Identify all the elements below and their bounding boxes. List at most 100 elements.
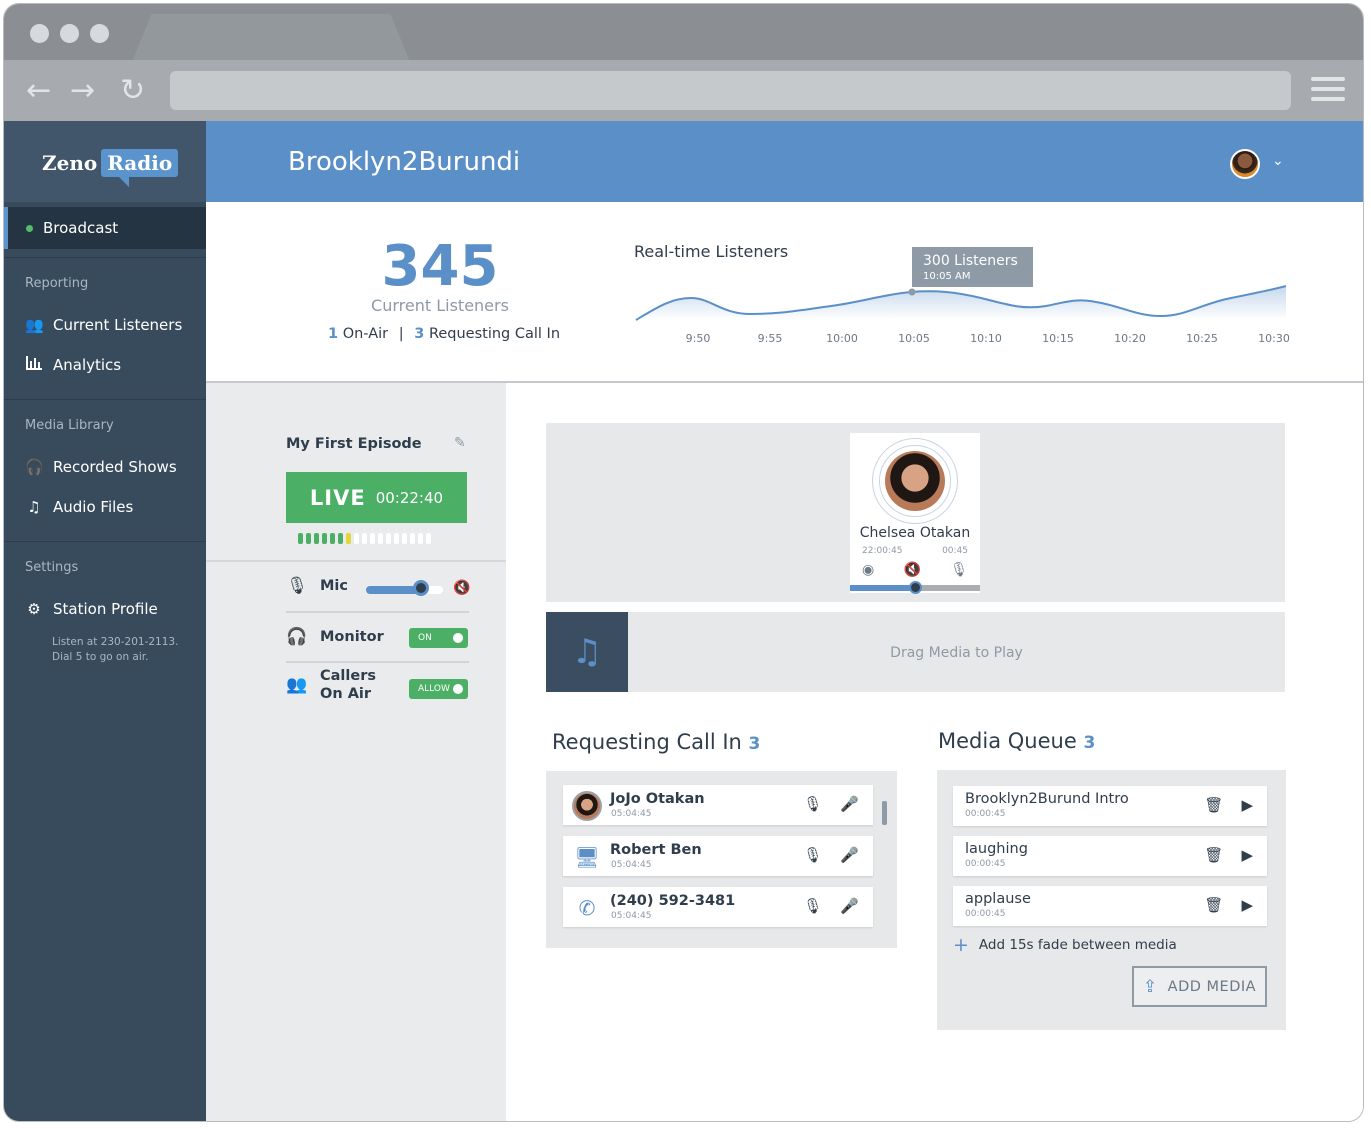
forward-arrow-icon[interactable]: → <box>70 76 95 106</box>
live-status-dot <box>26 224 33 232</box>
menu-icon[interactable] <box>1311 77 1345 107</box>
chart-tooltip-time: 10:05 AM <box>923 271 970 282</box>
back-arrow-icon[interactable]: ← <box>26 76 51 106</box>
on-air-count: 1 <box>327 326 339 342</box>
microphone-icon[interactable]: 🎤 <box>840 795 859 813</box>
trash-icon[interactable]: 🗑 <box>1204 896 1223 914</box>
microphone-icon[interactable]: 🎤 <box>840 846 859 864</box>
request-actions: 🎙 🎤 <box>803 795 859 813</box>
caller-elapsed-time: 00:45 <box>942 546 968 556</box>
divider <box>286 611 469 613</box>
sidebar-item-audio-files[interactable]: ♫ Audio Files <box>4 487 206 527</box>
computer-icon: 🖥 <box>574 845 600 869</box>
sidebar-item-current-listeners[interactable]: 👥 Current Listeners <box>4 305 206 345</box>
dial-in-note: Listen at 230-201-2113. Dial 5 to go on … <box>4 635 206 665</box>
request-name: JoJo Otakan <box>610 791 705 807</box>
chart-x-tick-label: 9:50 <box>686 332 711 345</box>
mic-label: Mic <box>320 578 348 594</box>
reload-icon[interactable]: ↻ <box>120 76 145 106</box>
caller-volume-handle[interactable] <box>909 581 922 594</box>
requesting-label: Requesting Call In <box>428 326 561 342</box>
meter-segment <box>386 533 391 544</box>
address-bar[interactable] <box>170 71 1291 110</box>
broadcast-mic-icon[interactable]: 🎙 <box>803 795 822 813</box>
trash-icon[interactable]: 🗑 <box>1204 846 1223 864</box>
zeno-radio-logo[interactable]: Zeno Radio <box>42 149 179 187</box>
microphone-icon[interactable]: 🎤 <box>840 897 859 915</box>
browser-chrome: ← → ↻ <box>4 4 1363 121</box>
callers-label-line-1: Callers <box>320 668 376 684</box>
sidebar-item-station-profile[interactable]: ⚙ Station Profile <box>4 589 206 629</box>
sidebar-item-analytics[interactable]: Analytics <box>4 345 206 385</box>
monitor-toggle[interactable]: ON <box>409 628 468 648</box>
meter-segment <box>402 533 407 544</box>
request-avatar <box>572 791 602 821</box>
on-air-label: On-Air <box>342 326 389 342</box>
page-title: Brooklyn2Burundi <box>288 147 521 177</box>
chevron-down-icon[interactable]: ⌄ <box>1272 153 1284 169</box>
media-drop-zone[interactable]: ♫ Drag Media to Play <box>546 612 1285 692</box>
music-note-icon: ♫ <box>546 612 628 692</box>
queue-item[interactable]: Brooklyn2Burund Intro 00:00:45 🗑 ▶ <box>953 786 1267 826</box>
queue-item-name: Brooklyn2Burund Intro <box>965 791 1129 807</box>
sidebar-item-broadcast[interactable]: Broadcast <box>4 207 206 249</box>
meter-segment <box>322 533 327 544</box>
toggle-knob <box>453 684 463 694</box>
logo-text-radio: Radio <box>101 149 179 187</box>
broadcast-mic-icon[interactable]: 🎙 <box>803 846 822 864</box>
on-air-stage: Chelsea Otakan 22:00:45 00:45 ◉ 🔇 🎙 <box>546 423 1285 602</box>
mute-icon[interactable]: 🔇 <box>453 580 470 596</box>
queue-item-time: 00:00:45 <box>965 909 1006 919</box>
broadcast-mic-icon[interactable]: 🎙 <box>803 897 822 915</box>
media-queue-panel: Brooklyn2Burund Intro 00:00:45 🗑 ▶ laugh… <box>937 770 1286 1030</box>
sidebar-item-recorded-shows[interactable]: 🎧 Recorded Shows <box>4 447 206 487</box>
caller-volume-fill <box>850 585 915 591</box>
close-window-dot[interactable] <box>30 24 49 43</box>
add-media-button[interactable]: ⇪ ADD MEDIA <box>1132 966 1267 1007</box>
drop-zone-text: Drag Media to Play <box>890 645 1023 661</box>
episode-title: My First Episode <box>286 436 422 452</box>
play-icon[interactable]: ▶ <box>1241 896 1253 914</box>
queue-item-name: laughing <box>965 841 1028 857</box>
queue-item-name: applause <box>965 891 1031 907</box>
add-fade-option[interactable]: + Add 15s fade between media <box>953 934 1177 956</box>
chart-tooltip-point[interactable] <box>908 288 916 296</box>
queue-title: Media Queue 3 <box>938 729 1095 753</box>
maximize-window-dot[interactable] <box>90 24 109 43</box>
window-controls <box>30 24 109 43</box>
requests-title: Requesting Call In 3 <box>552 730 760 754</box>
callers-allow-toggle[interactable]: ALLOW <box>409 679 468 699</box>
browser-tab[interactable] <box>132 14 410 62</box>
current-listeners-count: 345 <box>381 234 499 299</box>
microphone-icon[interactable]: 🎙 <box>950 562 968 578</box>
chart-x-tick-label: 10:10 <box>970 332 1002 345</box>
request-actions: 🎙 🎤 <box>803 846 859 864</box>
meter-segment <box>354 533 359 544</box>
scrollbar-thumb[interactable] <box>882 801 887 825</box>
live-button[interactable]: LIVE 00:22:40 <box>286 472 467 523</box>
microphone-icon: 🎙 <box>286 576 308 596</box>
queue-item[interactable]: laughing 00:00:45 🗑 ▶ <box>953 836 1267 876</box>
mute-icon[interactable]: 🔇 <box>904 562 921 578</box>
request-item[interactable]: JoJo Otakan 05:04:45 🎙 🎤 <box>563 785 873 825</box>
sidebar-section-media-library: Media Library 🎧 Recorded Shows ♫ Audio F… <box>4 399 206 533</box>
on-air-caller-card[interactable]: Chelsea Otakan 22:00:45 00:45 ◉ 🔇 🎙 <box>850 433 980 594</box>
request-item[interactable]: 🖥 Robert Ben 05:04:45 🎙 🎤 <box>563 836 873 876</box>
queue-count: 3 <box>1083 733 1096 753</box>
play-icon[interactable]: ▶ <box>1241 846 1253 864</box>
user-profile-icon[interactable]: ◉ <box>862 562 874 578</box>
callers-group-icon: 👥 <box>286 675 308 695</box>
mic-volume-slider[interactable] <box>366 586 443 594</box>
request-item[interactable]: ✆ (240) 592-3481 05:04:45 🎙 🎤 <box>563 887 873 927</box>
dial-in-number: Listen at 230-201-2113. <box>52 636 179 648</box>
edit-pencil-icon[interactable]: ✎ <box>454 435 466 451</box>
user-avatar[interactable] <box>1230 149 1260 179</box>
divider <box>206 560 506 562</box>
minimize-window-dot[interactable] <box>60 24 79 43</box>
queue-item[interactable]: applause 00:00:45 🗑 ▶ <box>953 886 1267 926</box>
request-time: 05:04:45 <box>611 860 652 870</box>
main-content: Chelsea Otakan 22:00:45 00:45 ◉ 🔇 🎙 ♫ Dr… <box>506 383 1363 1121</box>
play-icon[interactable]: ▶ <box>1241 796 1253 814</box>
trash-icon[interactable]: 🗑 <box>1204 796 1223 814</box>
chart-x-tick-label: 10:00 <box>826 332 858 345</box>
